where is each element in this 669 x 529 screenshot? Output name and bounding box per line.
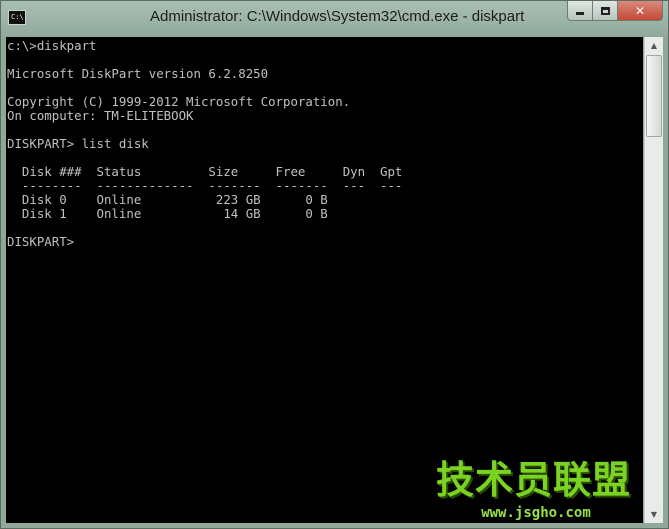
title-bar[interactable]: C:\ Administrator: C:\Windows\System32\c… — [1, 1, 668, 35]
console-prompt: DISKPART> — [7, 234, 75, 249]
console-line: -------- ------------- ------- ------- -… — [7, 178, 403, 193]
console-line: On computer: TM-ELITEBOOK — [7, 108, 194, 123]
site-watermark: 技术员联盟 www.jsgho.com — [436, 458, 632, 526]
console-line: DISKPART> list disk — [7, 136, 149, 151]
maximize-icon — [600, 6, 610, 15]
console-line: Disk ### Status Size Free Dyn Gpt — [7, 164, 403, 179]
console-line: Copyright (C) 1999-2012 Microsoft Corpor… — [7, 94, 351, 109]
maximize-button[interactable] — [592, 1, 618, 21]
window-title: Administrator: C:\Windows\System32\cmd.e… — [150, 8, 525, 25]
console-line: c:\>diskpart — [7, 38, 97, 53]
scroll-up-arrow-icon[interactable]: ▲ — [645, 37, 663, 54]
console-line: Microsoft DiskPart version 6.2.8250 — [7, 66, 269, 81]
console-line: Disk 1 Online 14 GB 0 B — [7, 206, 328, 221]
scrollbar-thumb[interactable] — [646, 55, 662, 137]
minimize-button[interactable] — [567, 1, 593, 21]
close-icon: ✕ — [634, 3, 646, 18]
caption-controls: ✕ — [567, 1, 663, 22]
console-output[interactable]: c:\>diskpart Microsoft DiskPart version … — [6, 37, 643, 523]
cmd-console-icon[interactable]: C:\ — [8, 10, 26, 25]
vertical-scrollbar[interactable]: ▲ ▼ — [644, 37, 663, 523]
watermark-logo-text: 技术员联盟 — [436, 458, 632, 502]
watermark-url: www.jsgho.com — [481, 505, 591, 521]
cmd-window: C:\ Administrator: C:\Windows\System32\c… — [0, 0, 669, 529]
minimize-icon — [576, 12, 584, 15]
console-line: Disk 0 Online 223 GB 0 B — [7, 192, 328, 207]
scroll-down-arrow-icon[interactable]: ▼ — [645, 506, 663, 523]
close-button[interactable]: ✕ — [617, 1, 663, 21]
